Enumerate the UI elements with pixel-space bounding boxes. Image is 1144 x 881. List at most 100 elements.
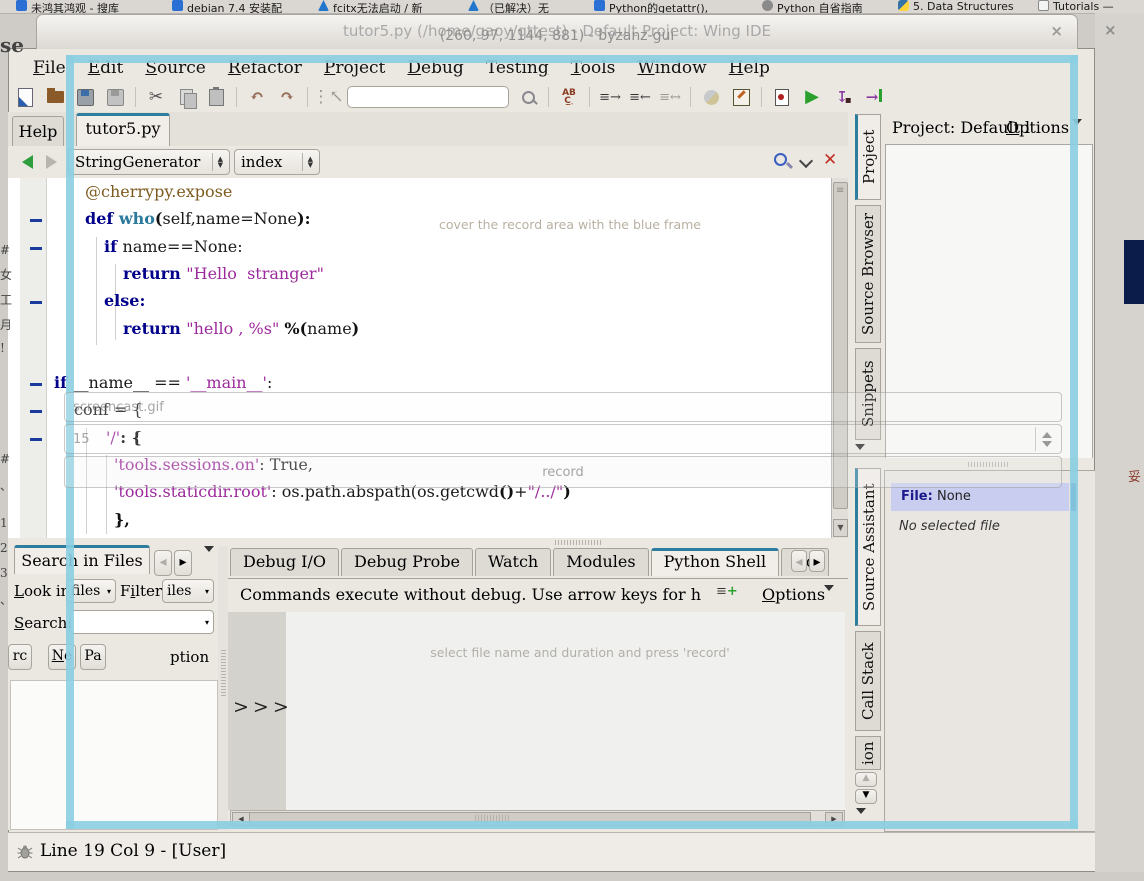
tab-debug-i-o[interactable]: Debug I/O [230,548,339,576]
close-file-icon[interactable]: ✕ [823,150,837,170]
search-results-area[interactable] [10,680,218,830]
cut-button[interactable]: ✂ [143,85,169,109]
browser-tab[interactable]: Tutorials — [1038,0,1114,13]
bug-icon[interactable] [16,844,34,865]
search-combo[interactable]: ▾ [70,610,214,634]
save-button[interactable] [72,85,98,109]
tab-watch[interactable]: Watch [475,548,551,576]
stop-debug-button[interactable]: ↧ [829,85,855,109]
shell-options-button[interactable]: Options [762,585,825,604]
code-line: if __name__ == '__main__': [54,373,272,392]
tab-tutor5-py[interactable]: tutor5.py [76,113,170,146]
background-terminal-fragment [1124,240,1144,304]
configure-button[interactable] [728,85,754,109]
fold-marker[interactable] [30,438,42,441]
member-dropdown[interactable]: index ▲▼ [234,149,320,175]
copy-button[interactable] [173,85,199,109]
scope-dropdown[interactable]: StringGenerator ▲▼ [68,149,230,175]
breakpoint-button[interactable] [769,85,795,109]
code-line: }, [114,510,130,529]
spellcheck-button[interactable]: ABC̲˯ [556,85,582,109]
redo-button[interactable]: ↷ [274,85,300,109]
browser-tab[interactable]: fcitx无法启动 / 新 [318,0,423,13]
options-caret-icon[interactable] [824,591,834,610]
tab-source-browser[interactable]: Source Browser [855,205,881,343]
browser-tab-icon [468,0,479,11]
browser-tab-icon [172,0,183,11]
save-all-button[interactable] [102,85,128,109]
tab-modules[interactable]: Modules [553,548,648,576]
tabs-prev-button: ◂ [791,550,807,572]
tab-search-in-files[interactable]: Search in Files [14,545,150,574]
new-file-button[interactable] [12,85,38,109]
step-into-button[interactable]: → [859,85,885,109]
open-file-button[interactable] [42,85,68,109]
fold-marker[interactable] [30,410,42,413]
filter-value: iles [167,583,191,599]
file-value: None [937,489,971,504]
panel-prev-button: ◂ [154,550,172,576]
tabs-scroll-down[interactable]: ▼ [855,789,877,804]
run-button[interactable]: ▶ [799,85,825,109]
byzanz-record-button[interactable]: record [64,456,1062,488]
status-text: Line 19 Col 9 - [User] [40,841,226,861]
indent-toggle-button: ≡↔ [657,85,683,109]
background-text-fragment: # [0,243,10,257]
search-icon[interactable] [515,85,541,109]
search-options-fragment[interactable]: ption [170,648,209,666]
tab-debug-probe[interactable]: Debug Probe [341,548,473,576]
panel-menu-icon[interactable] [204,552,214,570]
project-options-button[interactable]: Options [1006,118,1069,137]
paste-button[interactable] [203,85,229,109]
background-text-fragment: 月 [0,316,12,333]
secondary-window-close-icon[interactable]: × [1104,21,1117,39]
browser-tab-label: debian 7.4 安装配 [187,0,282,14]
add-item-icon[interactable]: ≡+ [716,584,738,599]
fold-marker[interactable] [30,383,42,386]
background-window-left: se#女工月!#、123、 [0,13,8,873]
browser-tab[interactable]: 未鸿其鸿观 - 搜库 [16,0,119,13]
tabs-next-button[interactable]: ▸ [809,550,825,572]
source-assistant-panel: File: None No selected file [884,470,1096,832]
undo-button[interactable]: ↶ [244,85,270,109]
python-shell-area[interactable]: >>> [228,612,845,810]
tab-project[interactable]: Project [855,114,881,200]
browser-tab-icon [16,0,27,11]
browser-tab[interactable]: debian 7.4 安装配 [172,0,282,13]
search-button-fragment[interactable]: rc [8,644,32,670]
key-icon[interactable] [774,153,787,166]
code-line: if name==None: [104,237,243,256]
tab-python-shell[interactable]: Python Shell [651,548,780,576]
tab-help[interactable]: Help [12,116,64,146]
toolbar-search-input[interactable] [347,86,509,108]
vertical-splitter[interactable] [218,546,228,830]
spinner-arrows-icon[interactable] [1035,427,1058,451]
filter-dropdown[interactable]: iles ▾ [162,579,214,603]
nav-back-icon[interactable] [22,155,33,169]
record-frame-bottom [66,821,1078,829]
fold-marker[interactable] [30,301,42,304]
browser-tab[interactable]: Python的getattr(), [594,0,708,13]
browser-tab[interactable]: （已解决）无 [468,0,549,13]
browser-tab[interactable]: 5. Data Structures [898,0,1014,13]
status-bar: Line 19 Col 9 - [User] [8,832,1095,871]
close-icon[interactable]: × [1050,22,1063,40]
byzanz-filename-field[interactable]: screencast.gif [64,392,1062,422]
scroll-down-icon[interactable]: ▼ [833,519,848,537]
tab-ion[interactable]: ion [855,736,881,770]
chevron-down-icon[interactable] [799,154,813,168]
indent-right-button[interactable]: ≡→ [597,85,623,109]
file-label: File: [901,489,933,504]
fold-marker[interactable] [30,247,42,250]
tab-call-stack[interactable]: Call Stack [855,631,881,731]
byzanz-duration-value: 15 [73,432,90,447]
fold-marker[interactable] [30,219,42,222]
nav-forward-icon[interactable] [46,155,57,169]
browser-tab[interactable]: Python 自省指南 [762,0,863,13]
titlebar[interactable]: tutor5.py (/home/gaoy/qttest) - Default … [36,14,1078,49]
indent-left-button[interactable]: ≡← [627,85,653,109]
tab-source-assistant[interactable]: Source Assistant [855,468,881,626]
panel-next-button[interactable]: ▸ [174,550,192,576]
byzanz-duration-spinner[interactable]: 15 [64,424,1062,454]
prev-button[interactable]: Pa [80,644,106,670]
